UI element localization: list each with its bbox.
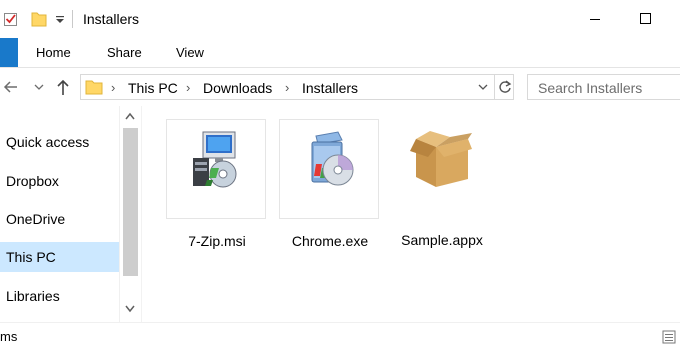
breadcrumb-separator[interactable]: › (186, 80, 190, 95)
navigation-pane-scrollbar[interactable] (119, 106, 141, 322)
file-item-sample-appx[interactable]: Sample.appx (392, 119, 492, 248)
sidebar-item-onedrive[interactable]: OneDrive (0, 204, 119, 234)
tab-view[interactable]: View (176, 45, 204, 60)
maximize-button[interactable] (625, 9, 665, 29)
sidebar-item-quick-access[interactable]: Quick access (0, 127, 119, 157)
sidebar-item-label: OneDrive (6, 211, 66, 227)
file-name: 7-Zip.msi (188, 233, 246, 249)
navigation-bar: › This PC › Downloads › Installers Searc… (0, 68, 680, 106)
scrollbar-thumb[interactable] (123, 128, 138, 276)
quick-access-toolbar-dropdown-icon[interactable] (54, 13, 66, 25)
sidebar-item-libraries[interactable]: Libraries (0, 281, 119, 311)
sidebar-item-label: This PC (6, 249, 56, 265)
minimize-button[interactable] (575, 9, 615, 29)
ribbon-tabs: Home Share View (0, 38, 680, 68)
address-bar[interactable]: › This PC › Downloads › Installers (80, 74, 514, 100)
exe-installer-icon (311, 131, 354, 186)
address-history-dropdown-icon[interactable] (473, 75, 492, 99)
search-placeholder: Search Installers (538, 80, 643, 96)
breadcrumb-separator[interactable]: › (111, 80, 115, 95)
refresh-icon[interactable] (494, 75, 515, 99)
scroll-down-icon[interactable] (125, 305, 135, 313)
back-arrow-icon[interactable] (2, 79, 18, 95)
properties-check-icon[interactable] (4, 12, 17, 26)
window-title: Installers (83, 11, 140, 27)
file-name: Chrome.exe (291, 233, 369, 249)
tab-share[interactable]: Share (107, 45, 142, 60)
search-input[interactable]: Search Installers (527, 74, 680, 100)
file-item-chrome-exe[interactable]: Chrome.exe (279, 119, 379, 249)
file-name: Sample.appx (401, 232, 483, 248)
file-list: 7-Zip.msi Chrome.exe Sample.appx (142, 106, 680, 322)
sidebar-item-this-pc[interactable]: This PC (0, 242, 119, 272)
file-item-7zip-msi[interactable]: 7-Zip.msi (166, 119, 266, 249)
sidebar-item-label: Quick access (6, 134, 90, 150)
folder-icon (85, 80, 103, 95)
title-separator (72, 10, 73, 28)
sidebar-item-dropbox[interactable]: Dropbox (0, 166, 119, 196)
recent-locations-chevron-icon[interactable] (33, 81, 45, 93)
status-bar: ms (0, 322, 680, 351)
breadcrumb-separator[interactable]: › (285, 80, 289, 95)
details-view-icon[interactable] (662, 330, 676, 344)
sidebar-item-label: Libraries (6, 288, 60, 304)
breadcrumb-installers[interactable]: Installers (302, 80, 358, 96)
tab-file[interactable] (0, 38, 18, 67)
new-folder-icon[interactable] (31, 11, 47, 27)
msi-installer-icon (193, 131, 237, 188)
breadcrumb-downloads[interactable]: Downloads (203, 80, 272, 96)
scroll-up-icon[interactable] (125, 112, 135, 120)
up-arrow-icon[interactable] (55, 78, 71, 96)
navigation-pane: Quick access Dropbox OneDrive This PC Li… (0, 106, 141, 322)
item-count: ms (0, 329, 18, 344)
tab-home[interactable]: Home (36, 45, 71, 60)
breadcrumb-this-pc[interactable]: This PC (128, 80, 178, 96)
appx-package-icon (410, 131, 472, 187)
title-bar: Installers (0, 0, 680, 38)
sidebar-item-label: Dropbox (6, 173, 59, 189)
